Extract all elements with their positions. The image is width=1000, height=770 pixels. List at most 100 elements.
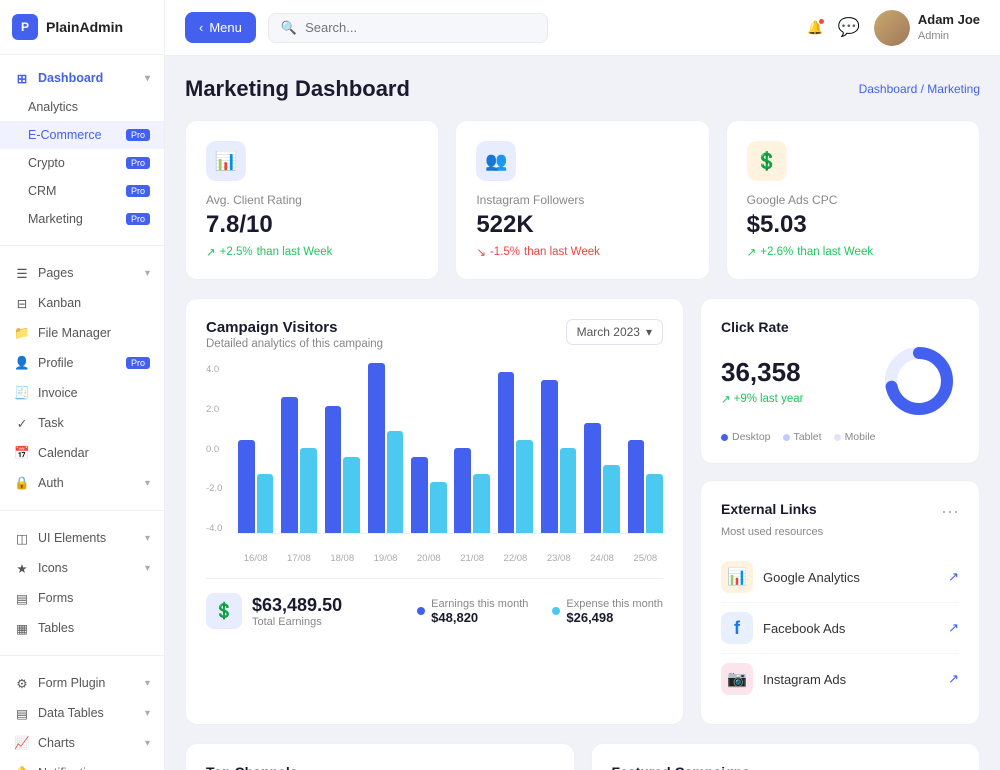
mobile-dot: [834, 434, 841, 441]
followers-icon: 👥: [476, 141, 516, 181]
top-channels-title: Top Channels: [206, 764, 298, 770]
right-column: Click Rate 36,358 ↗ +9% last year: [700, 298, 980, 725]
top-channels-more-button[interactable]: ···: [536, 764, 554, 770]
chevron-ui-icon: ▾: [145, 533, 150, 544]
sidebar-item-icons[interactable]: ★ Icons ▾: [0, 553, 164, 583]
menu-button[interactable]: ‹ Menu: [185, 12, 256, 43]
sidebar-item-forms[interactable]: ▤ Forms: [0, 583, 164, 613]
legend-tablet: Tablet: [783, 431, 822, 443]
chevron-down-month-icon: ▾: [646, 325, 652, 339]
ui-icon: ◫: [14, 530, 30, 546]
bar-group-0: [238, 364, 273, 533]
folder-icon: 📁: [14, 325, 30, 341]
sidebar-item-auth[interactable]: 🔒 Auth ▾: [0, 468, 164, 498]
featured-more-button[interactable]: ···: [941, 764, 959, 770]
stat-value-rating: 7.8/10: [206, 211, 418, 239]
sidebar-item-tables[interactable]: ▦ Tables: [0, 613, 164, 643]
icons-icon: ★: [14, 560, 30, 576]
bar-light-4: [430, 482, 447, 533]
sidebar-item-notifications[interactable]: 🔔 Notifications: [0, 758, 164, 770]
donut-chart: [879, 341, 959, 421]
bar-group-2: [325, 364, 360, 533]
bar-light-6: [516, 440, 533, 534]
sidebar-item-crypto[interactable]: Crypto Pro: [0, 149, 164, 177]
bar-dark-0: [238, 440, 255, 534]
click-rate-value: 36,358: [721, 357, 803, 388]
stat-change-cpc: ↗ +2.6% than last Week: [747, 245, 959, 259]
bar-group-3: [368, 364, 403, 533]
earn-item-expense: Expense this month $26,498: [552, 598, 663, 625]
sidebar-item-calendar[interactable]: 📅 Calendar: [0, 438, 164, 468]
chevron-formplugin-icon: ▾: [145, 678, 150, 689]
cpc-icon: 💲: [747, 141, 787, 181]
datatables-icon: ▤: [14, 705, 30, 721]
bar-light-7: [560, 448, 577, 533]
click-rate-row: 36,358 ↗ +9% last year: [721, 341, 959, 421]
bar-light-9: [646, 474, 663, 534]
x-label-8: 24/08: [584, 553, 619, 564]
kanban-icon: ⊟: [14, 295, 30, 311]
ext-name-instagram: Instagram Ads: [763, 672, 938, 687]
bar-dark-6: [498, 372, 515, 534]
month-selector[interactable]: March 2023 ▾: [566, 319, 663, 345]
arrow-up-click-icon: ↗: [721, 392, 731, 406]
user-menu[interactable]: Adam Joe Admin: [874, 10, 980, 46]
featured-header: Featured Campaigns 75% activity growth ·…: [612, 764, 960, 770]
bar-dark-8: [584, 423, 601, 534]
google-analytics-icon: 📊: [721, 561, 753, 593]
sidebar-item-crm[interactable]: CRM Pro: [0, 177, 164, 205]
sidebar-item-ecommerce[interactable]: E-Commerce Pro: [0, 121, 164, 149]
legend-desktop: Desktop: [721, 431, 771, 443]
chart-card: Campaign Visitors Detailed analytics of …: [185, 298, 684, 725]
avatar-image: [874, 10, 910, 46]
sidebar-item-charts[interactable]: 📈 Charts ▾: [0, 728, 164, 758]
chart-subtitle: Detailed analytics of this campaing: [206, 338, 383, 350]
sidebar-item-formplugin[interactable]: ⚙ Form Plugin ▾: [0, 668, 164, 698]
chevron-pages-icon: ▾: [145, 268, 150, 279]
topbar-right: 🔔 💬 Adam Joe Admin: [807, 10, 980, 46]
arrow-up-cpc-icon: ↗: [747, 245, 757, 259]
bar-light-2: [343, 457, 360, 534]
earn-dot-dark: [417, 607, 425, 615]
ext-link-facebook[interactable]: ↗: [948, 620, 959, 636]
sidebar-item-ui[interactable]: ◫ UI Elements ▾: [0, 523, 164, 553]
chart-footer: 💲 $63,489.50 Total Earnings Earnings thi…: [206, 578, 663, 629]
x-label-1: 17/08: [281, 553, 316, 564]
instagram-ads-icon: 📷: [721, 663, 753, 695]
bar-dark-5: [454, 448, 471, 533]
stat-change-rating: ↗ +2.5% than last Week: [206, 245, 418, 259]
sidebar-item-invoice[interactable]: 🧾 Invoice: [0, 378, 164, 408]
bar-light-0: [257, 474, 274, 534]
message-icon[interactable]: 💬: [837, 17, 859, 38]
sidebar-item-task[interactable]: ✓ Task: [0, 408, 164, 438]
bar-light-8: [603, 465, 620, 533]
sidebar-item-dashboard[interactable]: ⊞ Dashboard ▾: [0, 63, 164, 93]
sidebar-item-marketing[interactable]: Marketing Pro: [0, 205, 164, 233]
ext-link-instagram[interactable]: ↗: [948, 671, 959, 687]
sidebar-item-pages[interactable]: ☰ Pages ▾: [0, 258, 164, 288]
tablet-dot: [783, 434, 790, 441]
search-input[interactable]: [305, 20, 535, 35]
search-bar: 🔍: [268, 13, 548, 43]
sidebar-item-kanban[interactable]: ⊟ Kanban: [0, 288, 164, 318]
ext-item-google: 📊 Google Analytics ↗: [721, 552, 959, 603]
crypto-badge: Pro: [126, 157, 150, 169]
notification-bell[interactable]: 🔔: [807, 20, 823, 36]
x-label-4: 20/08: [411, 553, 446, 564]
click-legend: Desktop Tablet Mobile: [721, 431, 959, 443]
desktop-dot: [721, 434, 728, 441]
stat-card-followers: 👥 Instagram Followers 522K ↘ -1.5% than …: [455, 120, 709, 280]
sidebar-item-analytics[interactable]: Analytics: [0, 93, 164, 121]
topbar: ‹ Menu 🔍 🔔 💬 Adam Joe Admin: [165, 0, 1000, 56]
total-earnings: 💲 $63,489.50 Total Earnings: [206, 593, 342, 629]
x-label-0: 16/08: [238, 553, 273, 564]
arrow-down-icon: ↘: [476, 245, 486, 259]
ext-name-google: Google Analytics: [763, 570, 938, 585]
ext-more-button[interactable]: ···: [941, 501, 959, 522]
ext-link-google[interactable]: ↗: [948, 569, 959, 585]
sidebar-item-profile[interactable]: 👤 Profile Pro: [0, 348, 164, 378]
stats-row: 📊 Avg. Client Rating 7.8/10 ↗ +2.5% than…: [185, 120, 980, 280]
sidebar-item-datatables[interactable]: ▤ Data Tables ▾: [0, 698, 164, 728]
bar-dark-1: [281, 397, 298, 533]
sidebar-item-filemanager[interactable]: 📁 File Manager: [0, 318, 164, 348]
